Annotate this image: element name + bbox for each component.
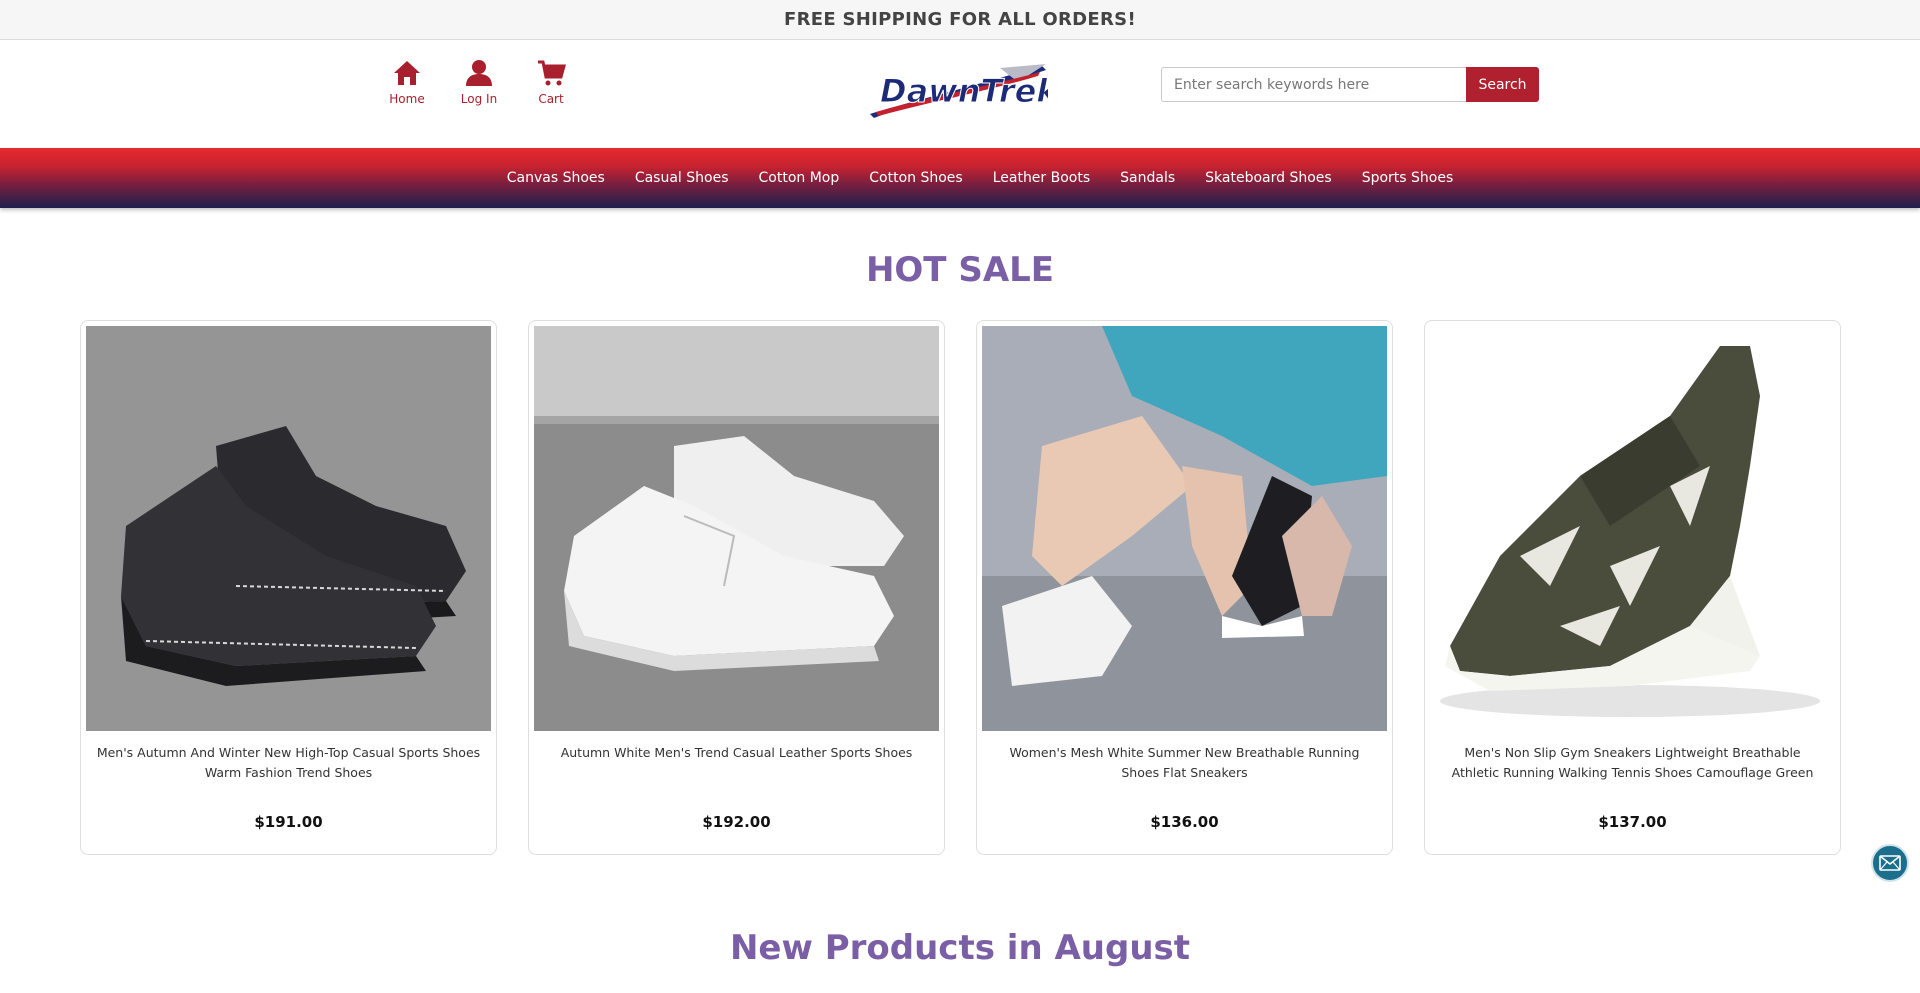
cart-link[interactable]: Cart xyxy=(529,58,573,106)
product-image[interactable] xyxy=(534,326,939,731)
contact-mail-button[interactable] xyxy=(1871,844,1909,882)
product-price: $137.00 xyxy=(1598,813,1667,831)
product-image[interactable] xyxy=(86,326,491,731)
product-card[interactable]: Men's Non Slip Gym Sneakers Lightweight … xyxy=(1424,320,1841,855)
announcement-text: FREE SHIPPING FOR ALL ORDERS! xyxy=(784,9,1136,30)
nav-item-casual-shoes[interactable]: Casual Shoes xyxy=(635,170,729,186)
user-icon xyxy=(466,60,492,86)
nav-item-cotton-shoes[interactable]: Cotton Shoes xyxy=(869,170,962,186)
new-products-title: New Products in August xyxy=(729,928,1191,968)
product-name[interactable]: Women's Mesh White Summer New Breathable… xyxy=(992,743,1377,803)
product-name[interactable]: Men's Non Slip Gym Sneakers Lightweight … xyxy=(1440,743,1825,803)
search-input[interactable] xyxy=(1161,67,1466,102)
mail-icon xyxy=(1879,855,1901,871)
nav-item-sandals[interactable]: Sandals xyxy=(1120,170,1175,186)
category-nav: Canvas Shoes Casual Shoes Cotton Mop Cot… xyxy=(0,148,1920,208)
product-card[interactable]: Autumn White Men's Trend Casual Leather … xyxy=(528,320,945,855)
hot-sale-products: Men's Autumn And Winter New High-Top Cas… xyxy=(80,320,1841,855)
site-header: Home Log In Cart DawnTrek Enter search k… xyxy=(0,40,1920,148)
nav-item-sports-shoes[interactable]: Sports Shoes xyxy=(1362,170,1454,186)
hot-sale-title: HOT SALE xyxy=(865,250,1055,290)
site-logo[interactable]: DawnTrek xyxy=(870,62,1060,122)
nav-item-cotton-mop[interactable]: Cotton Mop xyxy=(759,170,840,186)
quick-links: Home Log In Cart xyxy=(385,58,573,106)
announcement-bar: FREE SHIPPING FOR ALL ORDERS! xyxy=(0,0,1920,40)
cart-link-label: Cart xyxy=(538,92,564,106)
product-card[interactable]: Men's Autumn And Winter New High-Top Cas… xyxy=(80,320,497,855)
product-price: $191.00 xyxy=(254,813,323,831)
product-name[interactable]: Men's Autumn And Winter New High-Top Cas… xyxy=(96,743,481,803)
product-price: $192.00 xyxy=(702,813,771,831)
product-image[interactable] xyxy=(982,326,1387,731)
home-link-label: Home xyxy=(389,92,425,106)
login-link-label: Log In xyxy=(460,92,498,106)
product-image[interactable] xyxy=(1430,326,1835,731)
product-card[interactable]: Women's Mesh White Summer New Breathable… xyxy=(976,320,1393,855)
home-link[interactable]: Home xyxy=(385,58,429,106)
nav-item-skateboard-shoes[interactable]: Skateboard Shoes xyxy=(1205,170,1332,186)
search-bar: Search xyxy=(1161,67,1539,102)
svg-text:DawnTrek: DawnTrek xyxy=(880,72,1048,110)
cart-icon xyxy=(538,60,566,86)
product-name[interactable]: Autumn White Men's Trend Casual Leather … xyxy=(544,743,929,803)
nav-item-leather-boots[interactable]: Leather Boots xyxy=(993,170,1090,186)
nav-item-canvas-shoes[interactable]: Canvas Shoes xyxy=(507,170,605,186)
home-icon xyxy=(394,61,420,85)
product-price: $136.00 xyxy=(1150,813,1219,831)
search-button[interactable]: Search xyxy=(1466,67,1539,102)
login-link[interactable]: Log In xyxy=(457,58,501,106)
